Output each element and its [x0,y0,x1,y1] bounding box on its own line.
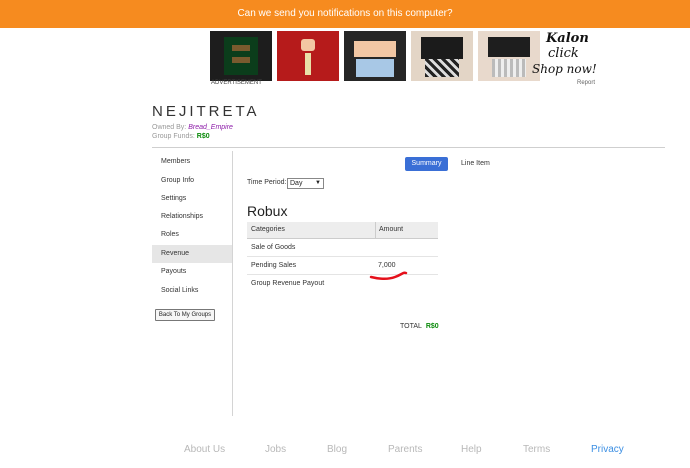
advertisement-banner[interactable]: Kalon click Shop now! [210,31,598,81]
row-category: Pending Sales [251,262,297,269]
advertisement-label: ADVERTISEMENT [211,80,262,86]
group-funds-line: Group Funds: R$0 [152,133,210,140]
row-category: Sale of Goods [251,244,296,251]
notification-banner[interactable]: Can we send you notifications on this co… [0,0,690,28]
table-row: Sale of Goods [247,239,438,257]
red-underline-annotation [369,271,408,281]
column-header-amount: Amount [375,222,403,238]
sidebar-item-relationships[interactable]: Relationships [152,208,232,226]
total-value: R$0 [425,323,439,330]
footer-link-help[interactable]: Help [461,444,482,455]
ad-brand-text: Kalon click Shop now! [532,31,598,81]
footer-link-about-us[interactable]: About Us [184,444,225,455]
group-title: NEJITRETA [152,103,260,120]
report-ad-link[interactable]: Report [577,80,595,86]
time-period-select[interactable]: Day ▼ [287,178,324,189]
footer-link-terms[interactable]: Terms [523,444,550,455]
table-row: Pending Sales 7,000 [247,257,438,275]
time-period-label: Time Period: [247,179,287,186]
group-funds-value: R$0 [196,133,210,140]
sidebar-item-members[interactable]: Members [152,153,232,171]
dropdown-arrow-icon: ▼ [315,180,321,186]
table-header: Categories Amount [247,222,438,239]
group-owner-link[interactable]: Bread_Empire [188,124,233,131]
ad-click-text: click [548,46,579,61]
line-item-tab-button[interactable]: Line Item [461,157,490,171]
footer-link-blog[interactable]: Blog [327,444,347,455]
column-header-categories: Categories [251,226,285,233]
owned-by-label: Owned By: [152,124,187,131]
sidebar-item-group-info[interactable]: Group Info [152,172,232,190]
group-admin-sidebar: Members Group Info Settings Relationship… [152,151,233,416]
section-title: Robux [247,203,288,219]
time-period-value: Day [290,180,303,187]
sidebar-item-revenue[interactable]: Revenue [152,245,232,263]
ad-clothing-image-3 [344,31,406,81]
sidebar-item-settings[interactable]: Settings [152,190,232,208]
header-divider [152,147,665,148]
sidebar-item-payouts[interactable]: Payouts [152,263,232,281]
footer-link-privacy[interactable]: Privacy [591,444,624,455]
ad-clothing-image-2 [277,31,339,81]
table-row: Group Revenue Payout [247,275,438,292]
summary-tab-button[interactable]: Summary [405,157,448,171]
ad-brand-name: Kalon [546,31,589,46]
sidebar-item-social-links[interactable]: Social Links [152,282,232,300]
ad-clothing-image-5 [478,31,540,81]
row-category: Group Revenue Payout [251,280,325,287]
total-line: TOTAL R$0 [400,323,439,330]
back-to-my-groups-button[interactable]: Back To My Groups [155,309,215,321]
total-label: TOTAL [400,323,422,330]
ad-clothing-image-4 [411,31,473,81]
ad-shop-now-text: Shop now! [532,62,597,76]
footer-link-parents[interactable]: Parents [388,444,422,455]
group-funds-label: Group Funds: [152,133,195,140]
group-owner-line: Owned By: Bread_Empire [152,124,233,131]
ad-clothing-image-1 [210,31,272,81]
footer-link-jobs[interactable]: Jobs [265,444,286,455]
sidebar-item-roles[interactable]: Roles [152,226,232,244]
